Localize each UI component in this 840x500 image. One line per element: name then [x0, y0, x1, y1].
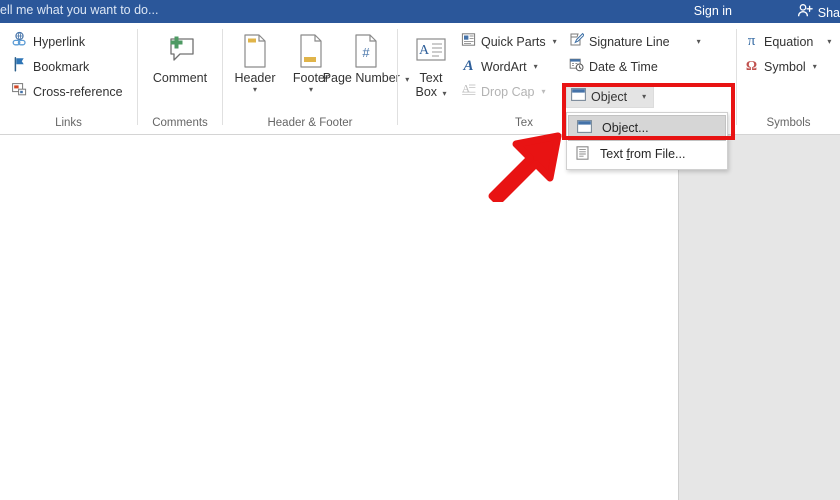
- share-label: Sha: [817, 6, 840, 20]
- comment-label: Comment: [152, 71, 208, 85]
- ribbon-group-links: Hyperlink Bookmark Cross-reference Links: [0, 23, 137, 135]
- bookmark-button[interactable]: Bookmark: [8, 56, 92, 78]
- ribbon-group-header-footer: Header ▾ Footer ▾ # Page Number ▾ Header…: [223, 23, 409, 135]
- text-box-icon: A: [414, 31, 448, 71]
- bookmark-label: Bookmark: [33, 60, 90, 74]
- chevron-down-icon[interactable]: ▾: [553, 38, 557, 46]
- group-label-comments: Comments: [152, 117, 208, 129]
- cross-reference-label: Cross-reference: [33, 85, 123, 99]
- date-time-button[interactable]: Date & Time: [566, 56, 661, 78]
- date-time-label: Date & Time: [589, 60, 658, 74]
- page-number-icon: #: [351, 31, 381, 71]
- symbol-label: Symbol: [764, 60, 806, 74]
- chevron-down-icon: ▾: [541, 87, 546, 96]
- equation-pi-icon: π: [744, 32, 759, 52]
- chevron-down-icon[interactable]: ▾: [309, 85, 313, 94]
- page-number-button[interactable]: # Page Number ▾: [323, 31, 409, 85]
- symbol-button[interactable]: Ω Symbol ▾: [741, 56, 820, 78]
- svg-text:#: #: [362, 45, 370, 60]
- object-button[interactable]: Object ▾: [566, 86, 654, 108]
- text-from-file-icon: [575, 145, 590, 163]
- header-button[interactable]: Header ▾: [227, 31, 283, 94]
- text-box-button[interactable]: A Text Box ▾: [403, 31, 459, 99]
- wordart-label: WordArt: [481, 60, 527, 74]
- hyperlink-button[interactable]: Hyperlink: [8, 31, 88, 53]
- group-label-symbols: Symbols: [766, 117, 811, 129]
- svg-text:A: A: [419, 43, 430, 58]
- comment-button[interactable]: Comment: [152, 31, 208, 85]
- menu-item-object-label: Object...: [602, 121, 649, 135]
- header-label: Header: [234, 71, 276, 85]
- svg-text:A: A: [462, 83, 470, 95]
- chevron-down-icon[interactable]: ▾: [443, 89, 447, 98]
- document-page[interactable]: [0, 135, 679, 500]
- svg-text:A: A: [462, 58, 473, 72]
- object-button-label: Object: [591, 90, 628, 104]
- tell-me-search-box[interactable]: ell me what you want to do...: [0, 3, 158, 17]
- menu-item-object[interactable]: Object...: [568, 115, 726, 141]
- hyperlink-label: Hyperlink: [33, 35, 86, 49]
- chevron-down-icon[interactable]: ▾: [827, 38, 831, 46]
- drop-cap-icon: A: [461, 82, 476, 102]
- quick-parts-label: Quick Parts: [481, 35, 546, 49]
- red-arrow-pointer: [486, 130, 564, 207]
- cross-reference-button[interactable]: Cross-reference: [8, 81, 126, 103]
- object-icon: [571, 88, 586, 106]
- object-icon: [577, 120, 592, 136]
- share-button[interactable]: Sha: [797, 3, 840, 23]
- person-add-icon: [797, 3, 813, 23]
- group-label-text: Tex: [515, 117, 533, 129]
- drop-cap-label: Drop Cap: [481, 85, 535, 99]
- chevron-down-icon[interactable]: ▾: [642, 93, 646, 101]
- group-label-header-footer: Header & Footer: [267, 117, 353, 129]
- hyperlink-icon: [11, 31, 28, 53]
- document-canvas: [0, 135, 840, 500]
- object-dropdown-menu: Object... Text from File...: [566, 112, 728, 170]
- signature-line-label: Signature Line: [589, 35, 670, 49]
- ribbon-group-comments: Comment Comments: [138, 23, 222, 135]
- wordart-button[interactable]: A WordArt ▾: [458, 56, 541, 78]
- symbol-omega-icon: Ω: [744, 57, 759, 77]
- equation-label: Equation: [764, 35, 814, 49]
- date-time-icon: [569, 57, 584, 77]
- text-box-label: Text: [419, 71, 443, 85]
- chevron-down-icon[interactable]: ▾: [813, 63, 817, 71]
- text-box-label-2: Box ▾: [415, 85, 447, 99]
- svg-text:Ω: Ω: [746, 59, 757, 72]
- signature-line-button[interactable]: Signature Line ▾: [566, 31, 704, 53]
- wordart-icon: A: [461, 57, 476, 77]
- cross-reference-icon: [11, 81, 28, 103]
- signature-line-icon: [569, 32, 585, 52]
- chevron-down-icon[interactable]: ▾: [534, 63, 538, 71]
- menu-item-text-from-file-label: Text from File...: [600, 147, 686, 161]
- word-window: ell me what you want to do... Sign in Sh…: [0, 0, 840, 500]
- sign-in-link[interactable]: Sign in: [694, 4, 732, 18]
- group-label-links: Links: [55, 117, 82, 129]
- drop-cap-button: A Drop Cap ▾: [458, 81, 549, 103]
- svg-text:π: π: [748, 33, 756, 47]
- quick-parts-icon: [461, 32, 476, 52]
- header-page-icon: [240, 31, 270, 71]
- title-bar: ell me what you want to do... Sign in Sh…: [0, 0, 840, 23]
- footer-page-icon: [296, 31, 326, 71]
- chevron-down-icon[interactable]: ▾: [697, 38, 701, 46]
- chevron-down-icon[interactable]: ▾: [253, 85, 257, 94]
- ribbon-group-symbols: π Equation ▾ Ω Symbol ▾ Symbols: [737, 23, 840, 135]
- quick-parts-button[interactable]: Quick Parts ▾: [458, 31, 560, 53]
- menu-item-text-from-file[interactable]: Text from File...: [567, 141, 727, 167]
- new-comment-icon: [162, 31, 198, 71]
- bookmark-flag-icon: [11, 56, 28, 78]
- equation-button[interactable]: π Equation ▾: [741, 31, 834, 53]
